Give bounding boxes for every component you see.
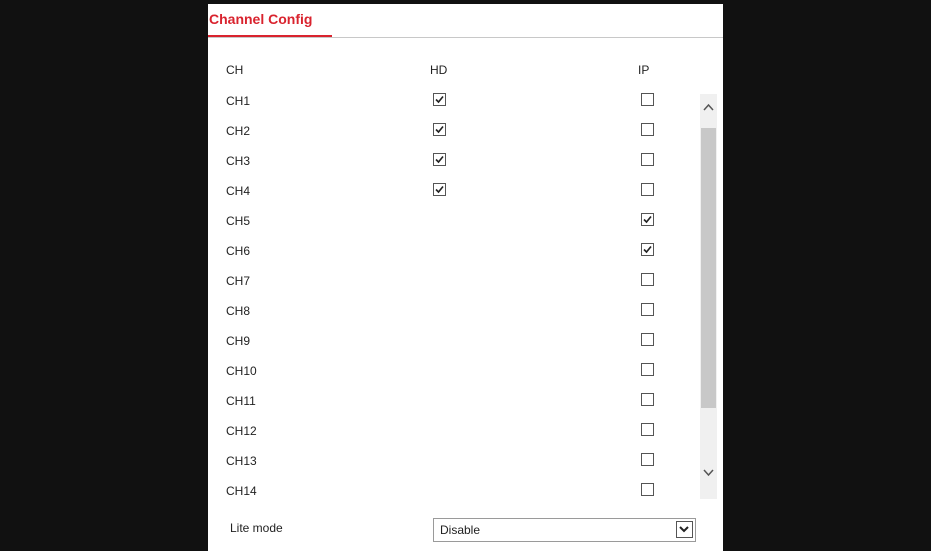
ip-checkbox[interactable] bbox=[641, 93, 654, 106]
tab-channel-config[interactable]: Channel Config bbox=[208, 4, 332, 37]
channel-label: CH13 bbox=[226, 454, 257, 468]
channel-label: CH3 bbox=[226, 154, 251, 168]
ip-checkbox[interactable] bbox=[641, 483, 654, 496]
channel-row: CH13 bbox=[208, 444, 698, 474]
channel-row: CH3 bbox=[208, 144, 698, 174]
tab-bar: Channel Config bbox=[208, 4, 723, 38]
channel-config-panel: Channel Config CH HD IP CH1 CH2 CH3 CH4 CH5 C… bbox=[208, 4, 723, 551]
chevron-down-icon bbox=[703, 469, 714, 477]
scroll-up-button[interactable] bbox=[700, 98, 717, 118]
ip-checkbox[interactable] bbox=[641, 153, 654, 166]
channel-row: CH9 bbox=[208, 324, 698, 354]
ip-checkbox[interactable] bbox=[641, 333, 654, 346]
channel-label: CH2 bbox=[226, 124, 251, 138]
channel-row: CH12 bbox=[208, 414, 698, 444]
lite-mode-value: Disable bbox=[440, 523, 481, 537]
channel-row: CH2 bbox=[208, 114, 698, 144]
channel-row: CH14 bbox=[208, 474, 698, 499]
hd-checkbox[interactable] bbox=[433, 93, 446, 106]
ip-checkbox[interactable] bbox=[641, 363, 654, 376]
ip-checkbox[interactable] bbox=[641, 303, 654, 316]
channel-row: CH11 bbox=[208, 384, 698, 414]
channel-row: CH5 bbox=[208, 204, 698, 234]
channel-row: CH10 bbox=[208, 354, 698, 384]
scrollbar-thumb[interactable] bbox=[701, 128, 716, 408]
channel-label: CH7 bbox=[226, 274, 251, 288]
ip-checkbox[interactable] bbox=[641, 213, 654, 226]
channel-label: CH14 bbox=[226, 484, 257, 498]
ip-checkbox[interactable] bbox=[641, 123, 654, 136]
lite-mode-select[interactable]: Disable bbox=[433, 518, 696, 542]
channel-label: CH12 bbox=[226, 424, 257, 438]
ip-checkbox[interactable] bbox=[641, 243, 654, 256]
scroll-down-button[interactable] bbox=[700, 464, 717, 484]
channel-row: CH7 bbox=[208, 264, 698, 294]
hd-checkbox[interactable] bbox=[433, 183, 446, 196]
column-header-ch: CH bbox=[226, 63, 244, 77]
tab-label: Channel Config bbox=[209, 11, 313, 27]
channel-label: CH11 bbox=[226, 394, 256, 408]
ip-checkbox[interactable] bbox=[641, 393, 654, 406]
channel-row: CH1 bbox=[208, 84, 698, 114]
chevron-up-icon bbox=[703, 103, 714, 111]
channel-label: CH5 bbox=[226, 214, 251, 228]
channel-label: CH10 bbox=[226, 364, 257, 378]
channel-list-scrollbar[interactable] bbox=[700, 94, 717, 499]
dropdown-arrow-icon[interactable] bbox=[676, 521, 693, 538]
lite-mode-label: Lite mode bbox=[230, 521, 283, 535]
ip-checkbox[interactable] bbox=[641, 183, 654, 196]
channel-row: CH8 bbox=[208, 294, 698, 324]
ip-checkbox[interactable] bbox=[641, 423, 654, 436]
ip-checkbox[interactable] bbox=[641, 273, 654, 286]
channel-row: CH6 bbox=[208, 234, 698, 264]
channel-label: CH1 bbox=[226, 94, 251, 108]
hd-checkbox[interactable] bbox=[433, 153, 446, 166]
ip-checkbox[interactable] bbox=[641, 453, 654, 466]
channel-label: CH8 bbox=[226, 304, 251, 318]
channel-row: CH4 bbox=[208, 174, 698, 204]
channel-list[interactable]: CH1 CH2 CH3 CH4 CH5 CH6 CH7 CH8 CH9 CH10 CH11 CH12 C… bbox=[208, 84, 698, 499]
channel-label: CH4 bbox=[226, 184, 251, 198]
column-header-ip: IP bbox=[638, 63, 650, 77]
channel-label: CH9 bbox=[226, 334, 251, 348]
column-header-hd: HD bbox=[430, 63, 448, 77]
channel-label: CH6 bbox=[226, 244, 251, 258]
hd-checkbox[interactable] bbox=[433, 123, 446, 136]
